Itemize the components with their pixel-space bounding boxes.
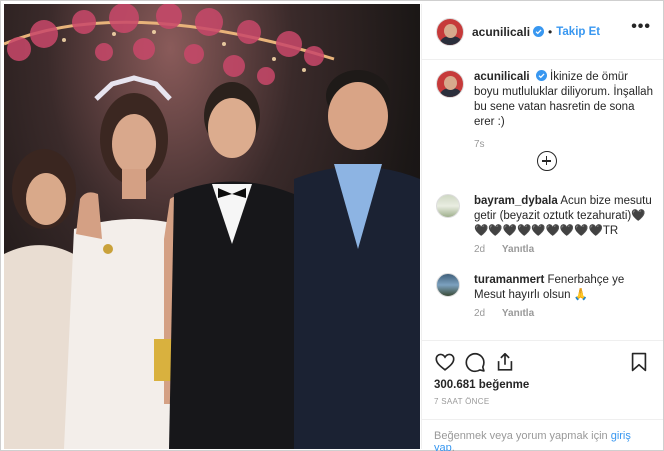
caption-timestamp: 7s: [474, 139, 485, 150]
commenter-username[interactable]: turamanmert: [474, 274, 544, 286]
caption-text: acunilicali İkinize de ömür boyu mutlulu…: [474, 70, 654, 130]
load-more-comments-icon[interactable]: [537, 151, 557, 171]
author-avatar[interactable]: [436, 17, 464, 46]
login-prompt-text: Beğenmek veya yorum yapmak için: [434, 430, 608, 442]
post-frame: acunilicali • Takip Et ••• acunilicali İ…: [0, 0, 664, 451]
caption-username[interactable]: acunilicali: [474, 71, 530, 83]
bookmark-icon[interactable]: [628, 351, 650, 373]
more-options-icon[interactable]: •••: [631, 18, 651, 36]
comment-meta: 2d Yanıtla: [474, 308, 656, 319]
post-timestamp: 7 SAAT ÖNCE: [434, 397, 490, 406]
reply-button[interactable]: Yanıtla: [502, 244, 534, 255]
follow-button[interactable]: Takip Et: [556, 26, 600, 38]
post-photo[interactable]: [4, 4, 420, 449]
comment-text: bayram_dybala Acun bize mesutu getir (be…: [474, 194, 656, 239]
post-header: acunilicali • Takip Et •••: [422, 4, 663, 60]
comment-item: turamanmert Fenerbahçe ye Mesut hayırlı …: [436, 273, 656, 319]
comment-timestamp: 2d: [474, 308, 486, 319]
wedding-photo-illustration: [4, 4, 420, 449]
comment-text: turamanmert Fenerbahçe ye Mesut hayırlı …: [474, 273, 656, 303]
comment-meta: 2d Yanıtla: [474, 244, 656, 255]
verified-badge-icon: [535, 70, 547, 81]
comment-timestamp: 2d: [474, 244, 486, 255]
post-caption: acunilicali İkinize de ömür boyu mutlulu…: [436, 70, 654, 150]
commenter-avatar[interactable]: [436, 273, 460, 297]
comment-item: bayram_dybala Acun bize mesutu getir (be…: [436, 194, 656, 255]
likes-count[interactable]: 300.681 beğenme: [434, 379, 529, 391]
login-prompt-end: .: [451, 442, 455, 451]
comment-bubble-icon[interactable]: [464, 351, 486, 373]
share-icon[interactable]: [494, 351, 516, 373]
login-prompt: Beğenmek veya yorum yapmak için giriş ya…: [422, 419, 663, 451]
post-sidebar: acunilicali • Takip Et ••• acunilicali İ…: [421, 4, 663, 451]
likes-label: beğenme: [478, 379, 530, 391]
caption-author-avatar[interactable]: [436, 70, 464, 98]
heart-icon[interactable]: [434, 351, 456, 373]
commenter-avatar[interactable]: [436, 194, 460, 218]
verified-badge-icon: [533, 26, 545, 37]
likes-number: 300.681: [434, 379, 476, 391]
post-actions: 300.681 beğenme 7 SAAT ÖNCE: [422, 340, 663, 410]
reply-button[interactable]: Yanıtla: [502, 308, 534, 319]
commenter-username[interactable]: bayram_dybala: [474, 195, 558, 207]
author-username[interactable]: acunilicali: [472, 25, 530, 39]
separator-dot: •: [548, 24, 553, 39]
